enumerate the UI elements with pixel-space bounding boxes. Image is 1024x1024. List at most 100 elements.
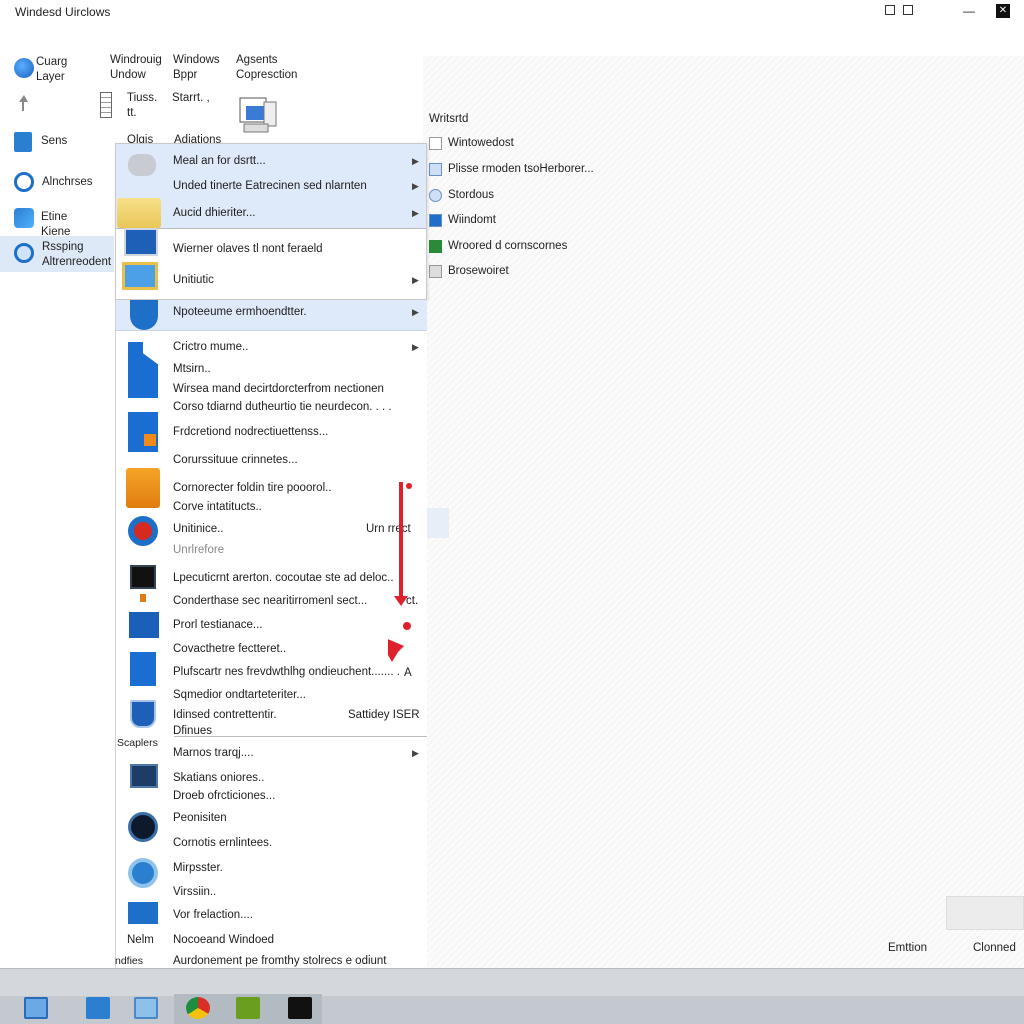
- close-button[interactable]: ✕: [996, 4, 1010, 18]
- edge-circle-icon: [128, 858, 158, 888]
- power-circle-icon: [128, 812, 158, 842]
- menu-item[interactable]: Skatians oniores..: [173, 772, 264, 784]
- menu-item[interactable]: Crictro mume..: [173, 341, 248, 353]
- menu-item[interactable]: Dfinues: [173, 725, 212, 737]
- menu-item[interactable]: Conderthase sec nearitirromenl sect...: [173, 595, 367, 607]
- disk-icon: [14, 243, 34, 263]
- taskbar-chrome-icon[interactable]: [186, 997, 210, 1019]
- menu-item[interactable]: Nocoeand Windoed: [173, 934, 274, 946]
- menu-item[interactable]: Sqmedior ondtarteteriter...: [173, 689, 306, 701]
- gear-icon: [429, 189, 442, 202]
- folder-icon: [429, 137, 442, 150]
- maximize-button[interactable]: [901, 4, 915, 18]
- menu-item[interactable]: Marnos trarqj....: [173, 747, 254, 759]
- document-icon: [128, 412, 158, 452]
- menu-item[interactable]: Unitiutic: [173, 274, 214, 286]
- menu-item[interactable]: Unrlrefore: [173, 544, 224, 556]
- sidebar-label: Rssping Altrenreodent: [42, 241, 112, 268]
- taskbar-edge-icon[interactable]: [86, 997, 110, 1019]
- menu-item[interactable]: Wirsea mand decirtdorcterfrom nectionen: [173, 383, 384, 395]
- taskbar-excel-icon[interactable]: [236, 997, 260, 1019]
- menu-item[interactable]: Mtsirn..: [173, 363, 211, 375]
- right-pane: [423, 56, 1024, 968]
- app-icon: [14, 208, 34, 228]
- menu-item[interactable]: Mirpsster.: [173, 862, 223, 874]
- menu-item[interactable]: Vor frelaction....: [173, 909, 253, 921]
- storage-icon: [429, 265, 442, 278]
- preview-thumbnail[interactable]: [946, 896, 1024, 930]
- menu-item[interactable]: Wierner olaves tl nont feraeld: [173, 243, 323, 255]
- submenu-arrow-icon: ▶: [412, 307, 419, 317]
- status-label-right: Clonned: [973, 942, 1016, 954]
- menu-item[interactable]: Covacthetre fectteret..: [173, 643, 286, 655]
- menu-icon-image: [122, 262, 158, 290]
- menu-item[interactable]: Idinsed contrettentir.: [173, 709, 277, 721]
- globe-icon: [14, 58, 34, 78]
- menu-icon-chat: [128, 154, 156, 176]
- document-badge-icon: [144, 434, 156, 446]
- network-icon: [128, 902, 158, 924]
- file-icon: [100, 92, 112, 118]
- grid-icon: [429, 163, 442, 176]
- maximize-icon: [903, 5, 913, 15]
- menu-item[interactable]: Aurdonement pe fromthy stolrecs e odiunt: [173, 955, 387, 967]
- menu-item[interactable]: Npoteeume ermhoendtter.: [173, 306, 307, 318]
- menu-item[interactable]: Unded tinerte Eatrecinen sed nlarnten: [173, 180, 367, 192]
- browser-icon: [128, 516, 158, 546]
- menu-side-label: Nelm: [127, 934, 154, 946]
- context-menu-top: [115, 143, 427, 300]
- window-blue-icon: [129, 612, 159, 638]
- menu-item[interactable]: Corurssituue crinnetes...: [173, 454, 298, 466]
- sidebar-item-pin[interactable]: [16, 94, 32, 115]
- column-sub-left: Tiuss. tt.: [127, 92, 158, 119]
- scroll-highlight: [427, 508, 449, 538]
- menu-item[interactable]: Unitinice..: [173, 523, 224, 535]
- taskbar-terminal-icon[interactable]: [288, 997, 312, 1019]
- menu-item[interactable]: Plufscartr nes frevdwthlhg ondieuchent..…: [173, 666, 400, 678]
- menu-side-label: ndfies: [115, 955, 144, 967]
- shield-icon: [130, 300, 158, 330]
- arrow-down-small-icon: [140, 594, 146, 602]
- column-label: Agsents Copresction: [236, 54, 298, 81]
- sidebar-label: Alnchrses: [42, 176, 93, 188]
- shield-badge-icon: [130, 700, 156, 728]
- menu-item[interactable]: Cornorecter foldin tire pooorol..: [173, 482, 332, 494]
- submenu-arrow-icon: ▶: [412, 748, 419, 758]
- pin-icon: [19, 95, 28, 111]
- status-label-left: Emttion: [888, 942, 927, 954]
- column-header-windrouig[interactable]: Windrouig Undow: [110, 53, 170, 83]
- menu-item[interactable]: Corso tdiarnd dutheurtio tie neurdecon. …: [173, 401, 392, 413]
- menu-item[interactable]: Frdcretiond nodrectiuettenss...: [173, 426, 328, 438]
- menu-item[interactable]: Lpecuticrnt arerton. cocoutae ste ad del…: [173, 572, 394, 584]
- menu-item-shortcut: Sattidey ISER: [348, 709, 420, 721]
- document-icon: [14, 132, 32, 152]
- sidebar-label: Cuarg Layer: [36, 56, 68, 83]
- folder-icon: [126, 468, 160, 508]
- menu-item[interactable]: Prorl testianace...: [173, 619, 262, 631]
- window-icon: [429, 214, 442, 227]
- menu-icon-window: [124, 228, 158, 256]
- menu-item[interactable]: Droeb ofrcticiones...: [173, 790, 275, 802]
- circle-icon: [14, 172, 34, 192]
- restore-button[interactable]: [883, 4, 897, 18]
- taskbar-explorer-icon[interactable]: [24, 997, 48, 1019]
- monitor-icon: [130, 764, 158, 788]
- submenu-arrow-icon: ▶: [412, 208, 419, 218]
- column-label: Windrouig Undow: [110, 54, 162, 81]
- menu-item[interactable]: Meal an for dsrtt...: [173, 155, 266, 167]
- sidebar-item-rssping[interactable]: Rssping Altrenreodent: [0, 236, 114, 272]
- menu-item[interactable]: Peonisiten: [173, 812, 227, 824]
- restore-icon: [885, 5, 895, 15]
- page-blue-icon: [130, 652, 156, 686]
- minimize-button[interactable]: —: [962, 4, 976, 18]
- menu-item[interactable]: Aucid dhieriter...: [173, 207, 255, 219]
- title-bar: Windesd Uirclows — ✕: [0, 0, 1024, 26]
- menu-item[interactable]: Corve intatitucts..: [173, 501, 262, 513]
- column-label: Windows Bppr: [173, 54, 220, 81]
- column-header-agsents[interactable]: Agsents Copresction: [236, 53, 306, 83]
- menu-separator: [116, 228, 426, 229]
- column-header-windows-bppr[interactable]: Windows Bppr: [173, 53, 233, 83]
- menu-item[interactable]: Cornotis ernlintees.: [173, 837, 272, 849]
- menu-item[interactable]: Virssiin..: [173, 886, 216, 898]
- taskbar-store-icon[interactable]: [134, 997, 158, 1019]
